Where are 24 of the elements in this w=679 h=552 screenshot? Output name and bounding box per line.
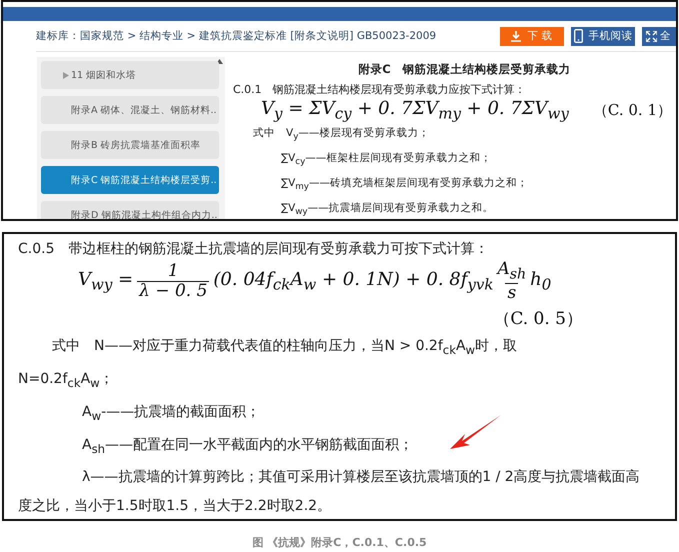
definition-text: 式中 N——对应于重力荷载代表值的柱轴向压力，当N > 0.2f$_{ck}$A$_{w}$时，取N=0.2f$_{ck}$A$_{w}$；	[18, 337, 518, 392]
sidebar-item[interactable]: 附录D 钢筋混凝土构件组合内力..	[41, 201, 219, 219]
clause-text: C.0.5 带边框柱的钢筋混凝土抗震墙的层间现有受剪承载力可按下式计算：	[18, 240, 490, 258]
mobile-button[interactable]: 手机阅读	[571, 26, 635, 46]
formula: V$_{y}$ = ΣV$_{cy}$ + 0. 7ΣV$_{my}$ + 0. 7ΣV$_{wy}$	[261, 98, 569, 123]
formula-number: （C. 0. 5）	[492, 308, 584, 330]
definition-text: A$_{sh}$——配置在同一水平截面内的水平钢筋截面面积；	[81, 436, 414, 458]
definition-text: ∑V$_{my}$——砖填充墙框架层间现有受剪承载力之和；	[280, 176, 529, 194]
definition-text: ∑V$_{wy}$——抗震墙层间现有受剪承载力之和。	[280, 200, 495, 219]
clause-text: C.0.1 钢筋混凝土结构楼层现有受剪承载力应按下式计算：	[233, 82, 527, 97]
download-button[interactable]: 下 载	[500, 26, 564, 46]
definition-text: ∑V$_{cy}$——框架柱层间现有受剪承载力之和；	[280, 150, 492, 169]
definition-text: λ——抗震墙的计算剪跨比；其值可采用计算楼层至该抗震墙顶的1 / 2高度与抗震墙截面高度之比，当小于1.5时取1.5，当大于2.2时取2.2。	[18, 468, 641, 516]
definition-text: A$_{w}$-——抗震墙的截面面积；	[81, 402, 260, 425]
sidebar-item[interactable]: 附录B 砖房抗震墙基准面积率	[41, 131, 219, 159]
definition-text: 式中 V$_{y}$——楼层现有受剪承载力；	[252, 126, 430, 144]
formula-number: （C. 0. 1）	[592, 100, 672, 120]
appendix-title: 附录C 钢筋混凝土结构楼层受剪承载力	[357, 62, 572, 77]
fullscreen-button[interactable]: 全	[642, 26, 676, 46]
figure-caption: 图 《抗规》附录C，C.0.1、C.0.5	[251, 535, 428, 550]
sidebar-item[interactable]: 附录C 钢筋混凝土结构楼层受剪..	[41, 166, 219, 194]
sidebar-item[interactable]: 11 烟囱和水塔	[41, 61, 219, 89]
sidebar-item[interactable]: 附录A 砌体、混凝土、钢筋材料..	[41, 96, 219, 124]
breadcrumb: 建标库：国家规范 > 结构专业 > 建筑抗震鉴定标准 [附条文说明] GB50023-2009	[36, 29, 436, 43]
